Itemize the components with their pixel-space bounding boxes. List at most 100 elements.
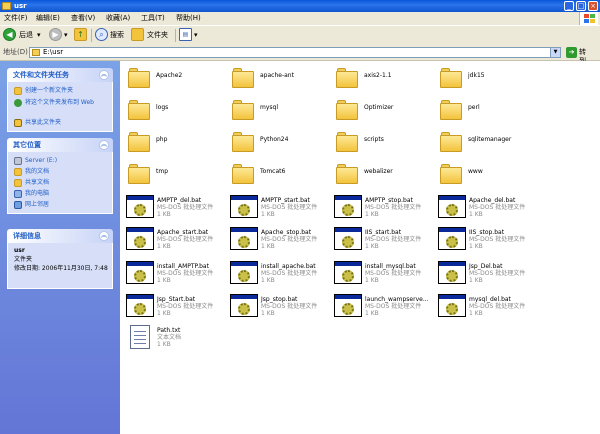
- folder-name: mysql: [260, 104, 278, 111]
- folder-name: Python24: [260, 136, 289, 143]
- folder-icon: [32, 49, 40, 56]
- file-name: mysql_del.bat: [469, 296, 511, 303]
- file-type: MS-DOS 批处理文件: [469, 236, 526, 243]
- batch-file-icon: [334, 294, 362, 317]
- folder-name: sqlitemanager: [468, 136, 512, 143]
- folders-label: 文件夹: [147, 31, 168, 39]
- title-bar[interactable]: usr _ □ ×: [0, 0, 600, 12]
- file-name: Apache_start.bat: [157, 229, 209, 236]
- toolbar-separator: [91, 29, 92, 42]
- file-size: 1 KB: [261, 310, 275, 317]
- views-button[interactable]: ▤ ▾: [179, 28, 201, 42]
- chevron-down-icon[interactable]: ▼: [550, 48, 560, 57]
- views-dropdown[interactable]: ▾: [194, 31, 198, 40]
- menu-edit[interactable]: 编辑(E): [36, 14, 60, 23]
- back-button[interactable]: ◀ 后退 ▾: [3, 28, 47, 42]
- panel-header[interactable]: 详细信息 ︽: [7, 229, 113, 243]
- place-label: 我的电脑: [25, 190, 50, 197]
- search-button[interactable]: ⌕ 搜索: [95, 28, 129, 42]
- file-name: Jsp_Start.bat: [157, 296, 196, 303]
- address-input[interactable]: E:\usr ▼: [29, 47, 561, 58]
- file-type: 文本文档: [157, 334, 182, 341]
- folder-name: logs: [156, 104, 169, 111]
- back-label: 后退: [19, 31, 33, 39]
- file-name: launch_wampserve...: [365, 296, 429, 303]
- batch-file-icon: [126, 195, 154, 218]
- file-size: 1 KB: [365, 310, 379, 317]
- chevron-up-icon[interactable]: ︽: [99, 70, 109, 80]
- chevron-up-icon[interactable]: ︽: [99, 140, 109, 150]
- menu-view[interactable]: 查看(V): [71, 14, 95, 23]
- file-name: Path.txt: [157, 327, 181, 334]
- search-label: 搜索: [110, 31, 124, 39]
- task-label: 将这个文件夹发布到 Web: [25, 99, 94, 106]
- folder-name: php: [156, 136, 168, 143]
- forward-dropdown[interactable]: ▾: [64, 31, 68, 40]
- file-list[interactable]: Apache2 apache-ant axis2-1.1 jdk15 logs …: [120, 61, 600, 434]
- file-size: 1 KB: [157, 211, 171, 218]
- maximize-button[interactable]: □: [576, 1, 586, 11]
- folders-button[interactable]: 文件夹: [131, 28, 173, 42]
- details-type: 文件夹: [14, 256, 33, 263]
- file-type: MS-DOS 批处理文件: [261, 303, 318, 310]
- task-label: 共享此文件夹: [25, 119, 62, 126]
- folder-name: Apache2: [156, 72, 183, 79]
- file-size: 1 KB: [261, 211, 275, 218]
- batch-file-icon: [230, 227, 258, 250]
- details-panel: 详细信息 ︽ usr 文件夹 修改日期: 2006年11月30日, 7:48: [7, 229, 113, 289]
- file-size: 1 KB: [365, 211, 379, 218]
- batch-file-icon: [126, 227, 154, 250]
- place-label: 我的文档: [25, 168, 50, 175]
- menu-tools[interactable]: 工具(T): [141, 14, 165, 23]
- back-dropdown[interactable]: ▾: [37, 31, 41, 40]
- menu-help[interactable]: 帮助(H): [176, 14, 201, 23]
- forward-arrow-icon: ▶: [49, 28, 62, 41]
- views-icon: ▤: [179, 28, 192, 41]
- address-value: E:\usr: [43, 48, 64, 56]
- computer-icon: [14, 190, 22, 198]
- batch-file-icon: [334, 195, 362, 218]
- folder-name: Optimizer: [364, 104, 394, 111]
- panel-title: 其它位置: [13, 141, 41, 149]
- minimize-button[interactable]: _: [564, 1, 574, 11]
- file-size: 1 KB: [365, 243, 379, 250]
- details-name: usr: [14, 247, 25, 254]
- file-size: 1 KB: [365, 277, 379, 284]
- file-name: install_apache.bat: [261, 263, 316, 270]
- file-type: MS-DOS 批处理文件: [157, 204, 214, 211]
- batch-file-icon: [334, 227, 362, 250]
- batch-file-icon: [126, 294, 154, 317]
- chevron-up-icon[interactable]: ︽: [99, 231, 109, 241]
- file-type: MS-DOS 批处理文件: [261, 270, 318, 277]
- toolbar: ◀ 后退 ▾ ▶ ▾ ↑ ⌕ 搜索 文件夹 ▤ ▾: [0, 26, 600, 46]
- file-name: AMPTP_stop.bat: [365, 197, 413, 204]
- panel-title: 文件和文件夹任务: [13, 71, 69, 79]
- menu-favorites[interactable]: 收藏(A): [106, 14, 130, 23]
- folder-icon: [2, 2, 11, 10]
- task-label: 创建一个新文件夹: [25, 87, 74, 94]
- close-button[interactable]: ×: [588, 1, 598, 11]
- file-name: Jsp_Del.bat: [469, 263, 503, 270]
- network-icon: [14, 201, 22, 209]
- other-places-panel: 其它位置 ︽ Server (E:) 我的文档 共享文档 我的电脑 网上邻居: [7, 138, 113, 214]
- file-name: install_mysql.bat: [365, 263, 416, 270]
- globe-icon: [14, 99, 22, 107]
- text-file-icon: [130, 325, 150, 349]
- file-type: MS-DOS 批处理文件: [365, 303, 422, 310]
- folder-name: webalizer: [364, 168, 393, 175]
- task-pane: 文件和文件夹任务 ︽ 创建一个新文件夹 将这个文件夹发布到 Web 共享此文件夹…: [0, 61, 120, 434]
- back-arrow-icon: ◀: [3, 28, 16, 41]
- file-type: MS-DOS 批处理文件: [261, 204, 318, 211]
- file-size: 1 KB: [261, 243, 275, 250]
- forward-button[interactable]: ▶ ▾: [49, 28, 71, 42]
- place-label: Server (E:): [25, 157, 58, 164]
- file-size: 1 KB: [261, 277, 275, 284]
- menu-file[interactable]: 文件(F): [4, 14, 28, 23]
- panel-header[interactable]: 其它位置 ︽: [7, 138, 113, 152]
- file-name: IIS_start.bat: [365, 229, 402, 236]
- file-folder-tasks-panel: 文件和文件夹任务 ︽ 创建一个新文件夹 将这个文件夹发布到 Web 共享此文件夹: [7, 68, 113, 132]
- panel-header[interactable]: 文件和文件夹任务 ︽: [7, 68, 113, 82]
- up-button[interactable]: ↑: [74, 28, 88, 42]
- file-name: IIS_stop.bat: [469, 229, 505, 236]
- batch-file-icon: [438, 294, 466, 317]
